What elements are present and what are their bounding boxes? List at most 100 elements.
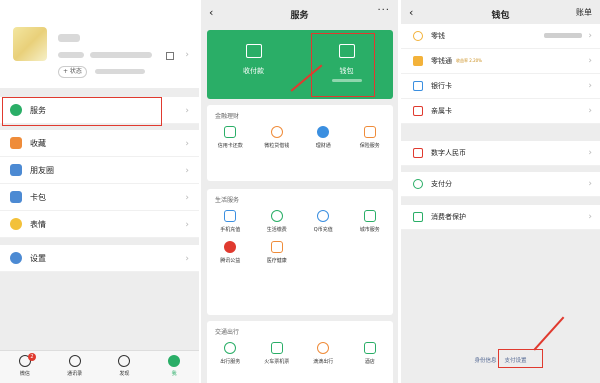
travel-icon [224, 342, 237, 354]
chevron-right-icon: › [588, 212, 592, 222]
service-wealth[interactable]: 理财通 [300, 126, 347, 149]
chevron-right-icon: › [185, 166, 189, 176]
chevron-right-icon: › [185, 50, 189, 60]
service-label: Q币充值 [313, 227, 333, 233]
chevron-right-icon: › [588, 179, 592, 189]
service-hotel[interactable]: 酒店 [347, 342, 394, 365]
menu-item-label: 设置 [30, 253, 46, 263]
yield-tag: 收益率 2.20% [456, 58, 482, 63]
service-label: 酒店 [364, 359, 375, 365]
service-travel[interactable]: 出行服务 [207, 342, 254, 365]
tab-label: 通讯录 [67, 371, 83, 377]
tab-label: 发现 [119, 371, 130, 377]
tab-contacts[interactable]: 通讯录 [50, 351, 100, 383]
menu-item-favorites[interactable]: 收藏 › [0, 130, 199, 157]
settings-icon [10, 252, 22, 264]
service-utility[interactable]: 生活缴费 [254, 210, 301, 233]
service-train[interactable]: 火车票机票 [254, 342, 301, 365]
wallet-item-label: 消费者保护 [431, 213, 466, 221]
chevron-right-icon: › [185, 106, 189, 116]
qr-code-icon[interactable] [166, 52, 174, 60]
menu-item-moments[interactable]: 朋友圈 › [0, 157, 199, 184]
wallet-item-change-plus[interactable]: 零钱通 收益率 2.20% › [401, 49, 600, 74]
wallet-item-label: 亲属卡 [431, 107, 452, 115]
service-label: 火车票机票 [264, 359, 290, 365]
tab-me[interactable]: 我 [149, 351, 199, 383]
service-loan[interactable]: 微粒贷借钱 [254, 126, 301, 149]
wallet-item-label: 零钱通 [431, 57, 452, 65]
service-health[interactable]: 医疗健康 [254, 241, 301, 264]
utility-icon [270, 210, 283, 222]
train-icon [270, 342, 283, 354]
pay-score-icon [413, 179, 423, 189]
wallet-item-label: 零钱 [431, 32, 445, 40]
loan-icon [270, 126, 283, 138]
qcoin-icon [317, 210, 330, 222]
card-pack-icon [10, 191, 22, 203]
chevron-right-icon: › [185, 193, 189, 203]
chevron-right-icon: › [185, 254, 189, 264]
service-qcoin[interactable]: Q币充值 [300, 210, 347, 233]
insurance-icon [363, 126, 376, 138]
service-charity[interactable]: 腾讯公益 [207, 241, 254, 264]
pay-receive-icon [245, 44, 262, 58]
menu-item-stickers[interactable]: 表情 › [0, 211, 199, 238]
service-label: 医疗健康 [266, 258, 287, 264]
tab-label: 微信 [19, 371, 30, 377]
avatar[interactable] [13, 27, 47, 61]
tab-discover[interactable]: 发现 [100, 351, 150, 383]
favorites-icon [10, 137, 22, 149]
hotel-icon [363, 342, 376, 354]
tab-label: 我 [171, 371, 177, 377]
wallet-item-family-card[interactable]: 亲属卡 › [401, 99, 600, 124]
me-icon [168, 355, 181, 367]
sticker-icon [10, 218, 22, 230]
unread-badge: 2 [28, 353, 36, 361]
wallet-item-consumer-protection[interactable]: 消费者保护 › [401, 205, 600, 230]
menu-item-label: 卡包 [30, 192, 46, 202]
service-didi[interactable]: 滴滴出行 [300, 342, 347, 365]
service-label: 城市服务 [359, 227, 380, 233]
bank-card-icon [413, 81, 423, 91]
menu-item-card-pack[interactable]: 卡包 › [0, 184, 199, 211]
status-button[interactable]: + 状态 [58, 66, 87, 78]
service-label: 理财通 [315, 143, 331, 149]
service-highlight-box [2, 97, 162, 126]
chevron-right-icon: › [588, 106, 592, 116]
moments-icon [10, 164, 22, 176]
service-mobile-topup[interactable]: 手机充值 [207, 210, 254, 233]
service-credit-card-repay[interactable]: 信用卡还款 [207, 126, 254, 149]
pay-receive-button[interactable]: 收付款 [207, 30, 300, 99]
identity-info-link[interactable]: 身份信息 [474, 356, 496, 364]
wallet-item-bank-card[interactable]: 银行卡 › [401, 74, 600, 99]
profile-header[interactable]: + 状态 › [0, 0, 199, 88]
more-icon[interactable]: ··· [377, 5, 390, 16]
section-life: 生活服务 手机充值 生活缴费 Q币充值 城市服务 腾讯公益 医疗健康 [207, 189, 393, 315]
status-masked [95, 69, 145, 74]
service-insurance[interactable]: 保险服务 [347, 126, 394, 149]
wechat-id-masked [90, 52, 152, 58]
chevron-right-icon: › [185, 220, 189, 230]
wallet-item-change[interactable]: 零钱 › [401, 24, 600, 49]
menu-group-main: 收藏 › 朋友圈 › 卡包 › 表情 › [0, 130, 199, 238]
tab-chats[interactable]: 2 微信 [0, 351, 50, 383]
wallet-group-protection: 消费者保护 › [401, 205, 600, 230]
wallet-item-ecny[interactable]: 数字人民币 › [401, 141, 600, 166]
wallet-group-balance: 零钱 › 零钱通 收益率 2.20% › 银行卡 › 亲属卡 › [401, 24, 600, 124]
service-city[interactable]: 城市服务 [347, 210, 394, 233]
menu-item-settings[interactable]: 设置 › [0, 245, 199, 272]
menu-item-label: 表情 [30, 219, 46, 229]
chevron-right-icon: › [588, 81, 592, 91]
change-icon [413, 31, 423, 41]
card-label: 收付款 [243, 67, 264, 75]
section-transport: 交通出行 出行服务 火车票机票 滴滴出行 酒店 [207, 321, 393, 383]
service-label: 信用卡还款 [217, 143, 243, 149]
family-card-icon [413, 106, 423, 116]
pay-settings-highlight-box [498, 349, 543, 368]
chevron-right-icon: › [588, 56, 592, 66]
wallet-item-pay-score[interactable]: 支付分 › [401, 172, 600, 197]
bill-button[interactable]: 账单 [576, 7, 592, 18]
discover-icon [118, 355, 131, 367]
nickname-masked [58, 34, 80, 42]
chevron-right-icon: › [185, 139, 189, 149]
